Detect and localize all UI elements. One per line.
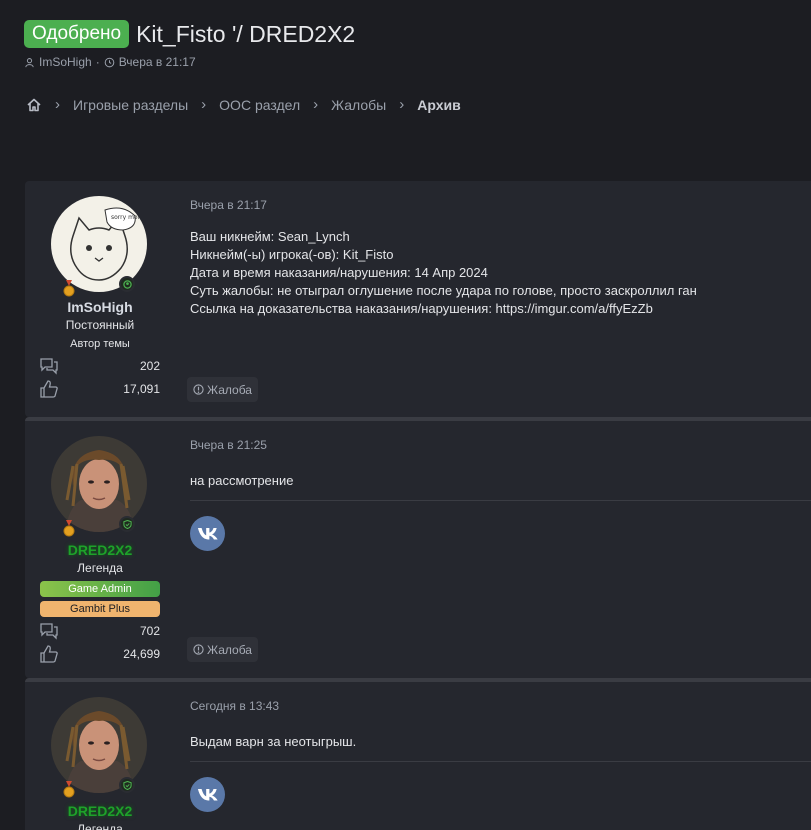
shield-icon xyxy=(119,777,135,793)
chevron-right-icon: › xyxy=(201,96,207,113)
breadcrumb-item[interactable]: Жалобы xyxy=(331,97,386,113)
reactions-count: 24,699 xyxy=(123,647,160,661)
medal-icon xyxy=(63,280,75,297)
post-line: Дата и время наказания/нарушения: 14 Апр… xyxy=(190,265,488,280)
post-line: Ваш никнейм: Sean_Lynch xyxy=(190,229,350,244)
thread-meta: ImSoHigh · Вчера в 21:17 xyxy=(24,55,355,69)
user-title: Легенда xyxy=(77,822,123,830)
post-line: Никнейм(-ы) игрока(-ов): Kit_Fisto xyxy=(190,247,394,262)
shield-icon xyxy=(119,516,135,532)
messages-count: 702 xyxy=(139,624,160,638)
online-status-icon xyxy=(119,276,135,292)
avatar[interactable]: sorry mom xyxy=(51,196,149,297)
post: sorry mom ImSoHigh Постоянный Автор темы… xyxy=(25,181,811,417)
user-title: Легенда xyxy=(77,561,123,575)
thread-author[interactable]: ImSoHigh xyxy=(39,55,92,69)
post-text: Выдам варн за неотыгрыш. xyxy=(190,734,357,749)
post-date[interactable]: Сегодня в 13:43 xyxy=(190,699,279,713)
post: DRED2X2 Легенда Game Admin Gambit Plus 7… xyxy=(25,417,811,678)
vk-icon[interactable] xyxy=(190,777,225,812)
username[interactable]: DRED2X2 xyxy=(25,803,175,819)
signature-divider xyxy=(190,500,811,501)
username[interactable]: DRED2X2 xyxy=(25,542,175,558)
reactions-stat[interactable]: 17,091 xyxy=(40,380,160,400)
post-line: Суть жалобы: не отыграл оглушение после … xyxy=(190,283,697,298)
breadcrumb-item[interactable]: OOC раздел xyxy=(219,97,300,113)
report-label: Жалоба xyxy=(207,642,252,657)
author-tag: Автор темы xyxy=(70,338,130,350)
post: DRED2X2 Легенда Сегодня в 13:43 Выдам ва… xyxy=(25,678,811,830)
role-banner-game-admin: Game Admin xyxy=(40,581,160,597)
chevron-right-icon: › xyxy=(313,96,319,113)
messages-stat[interactable]: 702 xyxy=(40,622,160,642)
thumbs-up-icon xyxy=(40,645,58,663)
medal-icon xyxy=(63,781,75,798)
user-title: Постоянный xyxy=(65,318,135,332)
medal-icon xyxy=(63,520,75,537)
chevron-right-icon: › xyxy=(55,96,60,113)
messages-count: 202 xyxy=(139,359,160,373)
thumbs-up-icon xyxy=(40,380,58,398)
breadcrumb-item[interactable]: Игровые разделы xyxy=(73,97,188,113)
breadcrumb: › Игровые разделы › OOC раздел › Жалобы … xyxy=(26,96,461,113)
signature-divider xyxy=(190,761,811,762)
thread-header: Одобрено Kit_Fisto '/ DRED2X2 ImSoHigh ·… xyxy=(24,20,355,69)
thread-date[interactable]: Вчера в 21:17 xyxy=(119,55,196,69)
post-text: Ваш никнейм: Sean_Lynch Никнейм(-ы) игро… xyxy=(190,228,697,318)
chevron-right-icon: › xyxy=(399,96,405,113)
messages-stat[interactable]: 202 xyxy=(40,357,160,377)
role-banner-gambit-plus: Gambit Plus xyxy=(40,601,160,617)
post-date[interactable]: Вчера в 21:17 xyxy=(190,198,267,212)
report-button[interactable]: Жалоба xyxy=(187,637,258,662)
clock-icon xyxy=(104,57,114,67)
avatar[interactable] xyxy=(51,436,149,537)
post-text: на рассмотрение xyxy=(190,473,294,488)
reactions-count: 17,091 xyxy=(123,382,160,396)
thread-title: Kit_Fisto '/ DRED2X2 xyxy=(136,20,356,47)
username[interactable]: ImSoHigh xyxy=(25,299,175,315)
report-icon xyxy=(193,644,204,655)
home-icon[interactable] xyxy=(26,97,42,113)
user-icon xyxy=(25,57,34,67)
reactions-stat[interactable]: 24,699 xyxy=(40,645,160,665)
messages-icon xyxy=(40,358,58,375)
report-label: Жалоба xyxy=(207,382,252,397)
report-button[interactable]: Жалоба xyxy=(187,377,258,402)
status-badge[interactable]: Одобрено xyxy=(24,20,130,48)
post-date[interactable]: Вчера в 21:25 xyxy=(190,438,267,452)
avatar[interactable] xyxy=(51,697,149,798)
breadcrumb-current[interactable]: Архив xyxy=(417,97,460,113)
vk-icon[interactable] xyxy=(190,516,225,551)
post-line: Ссылка на доказательства наказания/наруш… xyxy=(190,301,653,316)
svg-text:sorry mom: sorry mom xyxy=(111,214,144,221)
report-icon xyxy=(193,384,204,395)
messages-icon xyxy=(40,623,58,640)
